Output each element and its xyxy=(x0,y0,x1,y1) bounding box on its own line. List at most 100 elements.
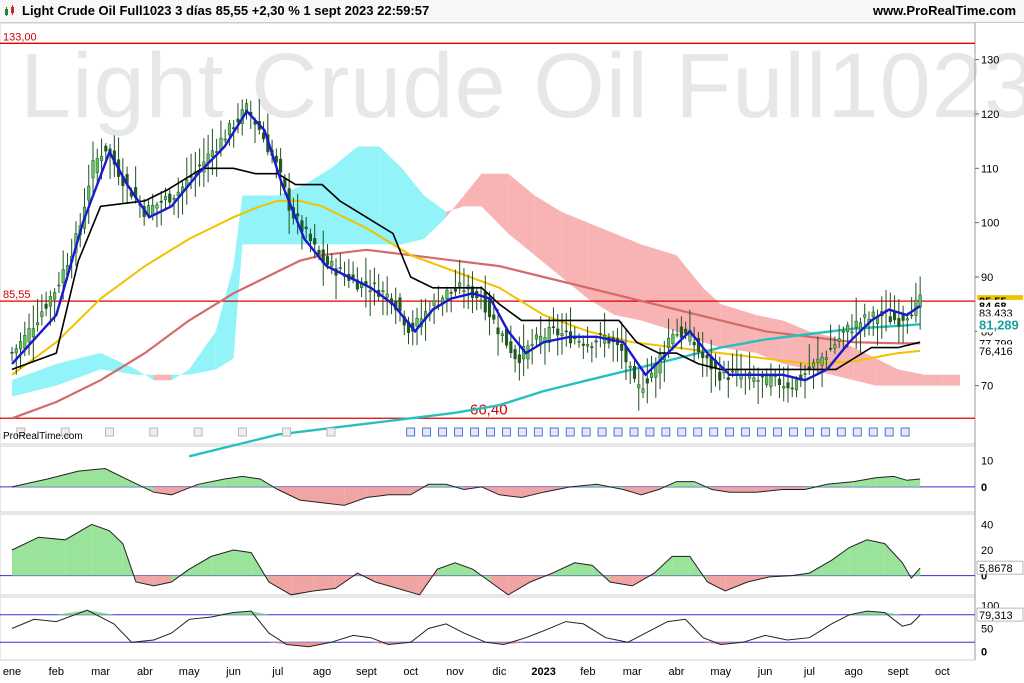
ichimoku-cloud-segment xyxy=(215,266,234,370)
osc2-area-segment xyxy=(12,537,39,576)
x-tick-label: ago xyxy=(313,666,331,678)
candle-body xyxy=(458,282,462,287)
price-chart[interactable]: 133,0085,5566,4070809010011012013085,558… xyxy=(0,0,1024,683)
osc1-area-segment xyxy=(729,486,757,493)
candle-body xyxy=(325,256,330,265)
candle-body xyxy=(304,226,308,229)
candle-body xyxy=(509,341,513,353)
candle-body xyxy=(163,195,168,201)
event-icon xyxy=(629,427,639,437)
osc2-y-tick: 20 xyxy=(981,545,993,557)
y-tick-label: 110 xyxy=(981,163,999,175)
event-icon xyxy=(533,427,543,437)
osc1-area-segment xyxy=(676,481,695,487)
candle-body xyxy=(679,326,683,339)
candle-body xyxy=(684,328,688,334)
candle-body xyxy=(210,150,214,157)
candle-body xyxy=(308,233,313,242)
hline-label-mid: 85,55 xyxy=(3,289,31,301)
x-tick-label: mar xyxy=(623,666,642,678)
candle-body xyxy=(786,382,790,389)
candle-body xyxy=(628,365,632,368)
candle-body xyxy=(432,300,436,306)
candle-body xyxy=(692,341,696,346)
candle-body xyxy=(57,284,61,287)
candle-body xyxy=(794,379,799,391)
x-tick-label: oct xyxy=(403,666,418,678)
ichimoku-cloud-segment xyxy=(614,233,642,321)
candle-body xyxy=(854,320,858,328)
event-icon xyxy=(549,427,559,437)
candle-body xyxy=(581,343,585,346)
ichimoku-cloud-segment xyxy=(277,184,305,245)
event-icon xyxy=(193,427,203,437)
event-icon xyxy=(693,427,703,437)
candle-body xyxy=(641,388,645,393)
candle-body xyxy=(863,314,867,318)
osc2-area-segment xyxy=(849,539,867,576)
event-icon xyxy=(725,427,735,437)
event-icon xyxy=(422,427,432,437)
candle-body xyxy=(658,354,662,374)
event-icon xyxy=(406,427,416,437)
candle-body xyxy=(905,318,909,321)
candle-body xyxy=(560,333,564,336)
candle-body xyxy=(632,365,637,379)
event-icon xyxy=(105,427,114,437)
ichimoku-cloud-segment xyxy=(875,358,898,386)
candle-body xyxy=(453,288,457,292)
candle-body xyxy=(777,378,782,386)
osc2-area-segment xyxy=(672,556,690,576)
candle-body xyxy=(445,289,449,300)
ichimoku-cloud-segment xyxy=(924,374,943,386)
candle-body xyxy=(726,377,730,380)
osc2-y-tick: 40 xyxy=(981,519,993,531)
ichimoku-cloud-segment xyxy=(171,369,190,381)
candle-body xyxy=(91,160,95,179)
x-tick-label: 2023 xyxy=(531,666,555,678)
candle-body xyxy=(675,334,679,336)
candle-body xyxy=(496,327,500,335)
x-tick-label: abr xyxy=(669,666,685,678)
osc1-area-segment xyxy=(344,486,367,506)
candle-body xyxy=(368,290,372,293)
event-icon xyxy=(501,427,511,437)
x-tick-label: nov xyxy=(446,666,464,678)
candle-body xyxy=(637,384,641,389)
ichimoku-cloud-segment xyxy=(853,347,876,386)
ichimoku-cloud-segment xyxy=(56,353,101,386)
osc2-value-label: 5,8678 xyxy=(979,563,1013,575)
ichimoku-cloud-segment xyxy=(641,244,677,332)
x-tick-label: jul xyxy=(803,666,815,678)
candle-body xyxy=(151,205,155,216)
osc3-value-label: 79,313 xyxy=(979,610,1013,622)
candle-body xyxy=(731,370,735,373)
x-tick-label: may xyxy=(179,666,200,678)
osc2-area-segment xyxy=(375,575,398,589)
osc1-area-segment xyxy=(47,471,79,487)
candle-body xyxy=(769,376,773,387)
candle-body xyxy=(385,293,389,298)
ichimoku-cloud-segment xyxy=(233,195,243,359)
panel-frame-osc3 xyxy=(0,596,976,661)
candle-body xyxy=(803,373,807,375)
candle-body xyxy=(99,155,104,161)
candle-body xyxy=(837,338,841,342)
event-icon xyxy=(486,427,495,437)
candle-body xyxy=(841,330,845,333)
x-tick-label: sept xyxy=(888,666,909,678)
osc1-y-tick: 0 xyxy=(981,482,987,494)
candle-body xyxy=(449,292,453,294)
ichimoku-cloud-segment xyxy=(304,168,331,245)
event-icon xyxy=(661,427,671,437)
candle-body xyxy=(586,344,590,347)
candle-body xyxy=(888,316,892,322)
event-icon xyxy=(836,427,846,437)
ichimoku-cloud-segment xyxy=(153,374,172,381)
candle-body xyxy=(705,355,709,359)
osc2-area-segment xyxy=(211,550,234,576)
candle-body xyxy=(910,314,914,317)
candle-body xyxy=(53,292,57,300)
osc3-y-tick: 0 xyxy=(981,646,987,658)
ichimoku-cloud-segment xyxy=(242,195,261,245)
